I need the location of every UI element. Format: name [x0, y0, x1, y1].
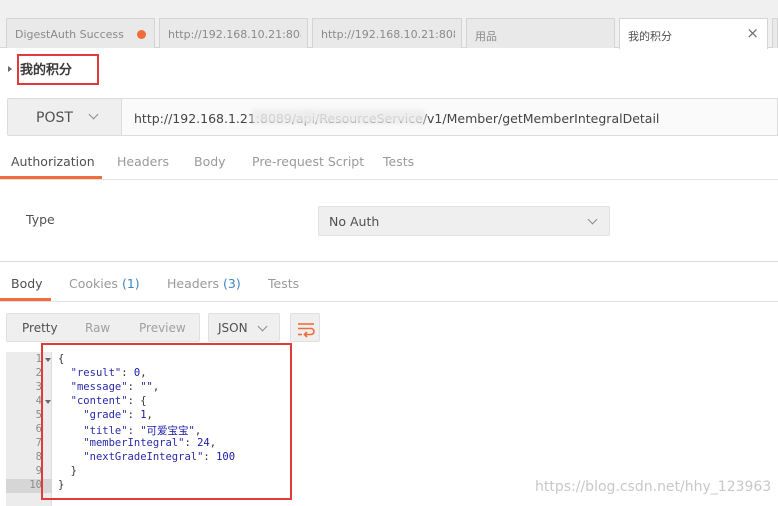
line-number: 1 [35, 353, 42, 365]
auth-type-value: No Auth [329, 214, 380, 229]
redaction-blur [252, 110, 310, 124]
line-number: 5 [35, 409, 42, 421]
tab-label: http://192.168.10.21:8089/a [168, 28, 301, 41]
tab-body[interactable]: Body [194, 154, 226, 169]
tab-prerequest-script[interactable]: Pre-request Script [252, 154, 364, 169]
tab-authorization[interactable]: Authorization [11, 154, 95, 169]
caret-right-icon[interactable] [8, 66, 12, 72]
tab-bar: DigestAuth Success http://192.168.10.21:… [0, 0, 778, 49]
chevron-down-icon [587, 214, 598, 225]
tab-digestauth[interactable]: DigestAuth Success [6, 18, 155, 48]
tab-my-points[interactable]: 我的积分 × [619, 18, 768, 49]
request-name-row: 我的积分 [0, 49, 778, 89]
chevron-down-icon [88, 109, 99, 120]
tab-tests[interactable]: Tests [383, 154, 414, 169]
line-number: 9 [35, 465, 42, 477]
line-number: 4 [35, 395, 42, 407]
line-number: 2 [35, 367, 42, 379]
request-tabs: Authorization Headers Body Pre-request S… [0, 146, 778, 180]
url-input[interactable]: http://192.168.1.21:8089/api/ResourceSer… [122, 98, 778, 136]
line-number: 3 [35, 381, 42, 393]
line-number: 6 [35, 423, 42, 435]
line-number: 8 [35, 451, 42, 463]
wrap-lines-button[interactable] [290, 313, 320, 342]
auth-type-label: Type [26, 212, 55, 227]
active-tab-underline [0, 298, 51, 301]
response-tabs: Body Cookies (1) Headers (3) Tests [0, 262, 778, 302]
method-select[interactable]: POST [7, 98, 122, 136]
headers-count: (3) [223, 276, 241, 291]
unsaved-dot-icon [137, 30, 146, 39]
redaction-blur [305, 110, 425, 124]
view-mode-group: Pretty Raw Preview [6, 313, 200, 342]
watermark: https://blog.csdn.net/hhy_123963 [535, 479, 772, 495]
method-label: POST [36, 110, 73, 126]
tab-response-body[interactable]: Body [11, 276, 43, 291]
tab-headers[interactable]: Headers [117, 154, 169, 169]
tab-url-2[interactable]: http://192.168.10.21:8089/a [312, 18, 462, 48]
preview-button[interactable]: Preview [139, 321, 186, 335]
line-number: 10 [29, 479, 42, 491]
tab-label: 用品 [475, 30, 497, 43]
wrap-lines-icon [298, 323, 315, 338]
tab-url-1[interactable]: http://192.168.10.21:8089/a [159, 18, 308, 48]
auth-panel: Type No Auth [0, 181, 778, 261]
close-icon[interactable]: × [746, 24, 759, 42]
tab-label: http://192.168.10.21:8089/a [321, 28, 455, 41]
cookies-count: (1) [121, 276, 140, 291]
line-number: 7 [35, 437, 42, 449]
tab-response-tests[interactable]: Tests [268, 276, 299, 291]
format-select[interactable]: JSON [208, 313, 280, 342]
tab-cookies-label: Cookies [69, 276, 118, 291]
tab-response-headers[interactable]: Headers (3) [167, 276, 241, 291]
tab-label: 我的积分 [628, 30, 672, 43]
chevron-down-icon [257, 321, 268, 332]
tab-yongpin[interactable]: 用品 [466, 18, 615, 48]
tab-cookies[interactable]: Cookies (1) [69, 276, 140, 291]
tab-headers-label: Headers [167, 276, 220, 291]
tab-label: DigestAuth Success [15, 28, 124, 41]
raw-button[interactable]: Raw [85, 321, 110, 335]
annotation-box-name [17, 54, 99, 85]
pretty-button[interactable]: Pretty [22, 321, 58, 335]
annotation-box-response [41, 343, 292, 500]
format-value: JSON [218, 321, 248, 335]
auth-type-select[interactable]: No Auth [318, 206, 610, 236]
tab-overflow[interactable] [772, 18, 778, 48]
active-tab-underline [0, 176, 102, 179]
